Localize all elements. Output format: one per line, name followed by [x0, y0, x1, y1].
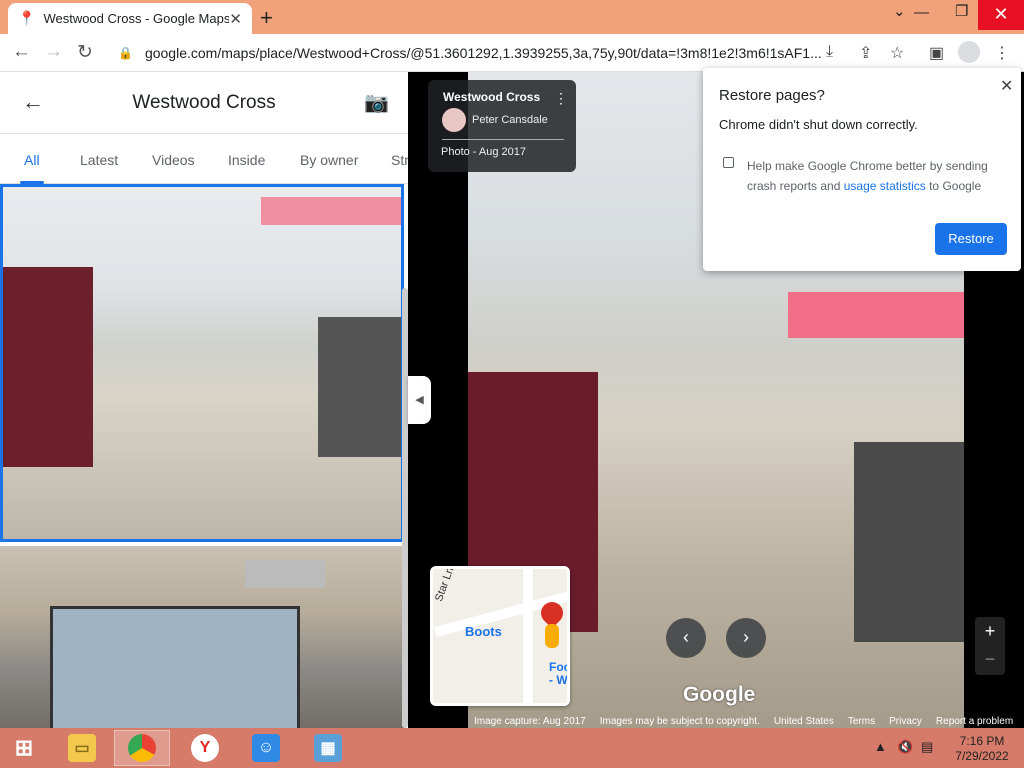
- folder-icon: ▭: [68, 734, 96, 762]
- side-panel-icon[interactable]: ▣: [929, 43, 944, 63]
- taskbar-control-panel[interactable]: ▦: [300, 730, 356, 766]
- taskbar-finder[interactable]: ☺: [238, 730, 294, 766]
- panel-header: ← Westwood Cross 📷: [0, 72, 408, 134]
- forward-button[interactable]: →: [44, 41, 63, 63]
- taskbar: ⊞ ▭ Y ☺ ▦: [0, 728, 1024, 768]
- add-photo-icon[interactable]: 📷: [364, 90, 389, 115]
- zoom-out-button[interactable]: −: [975, 646, 1005, 675]
- control-panel-icon: ▦: [314, 734, 342, 762]
- pano-counter-decoration: [854, 442, 964, 642]
- terms-link[interactable]: Terms: [848, 716, 875, 727]
- next-photo-button[interactable]: ›: [726, 618, 766, 658]
- region-link[interactable]: United States: [774, 716, 834, 727]
- usage-statistics-link[interactable]: usage statistics: [844, 179, 926, 193]
- clothing-rack-decoration: [3, 267, 93, 467]
- reload-button[interactable]: ↻: [77, 41, 93, 64]
- bookmark-star-icon[interactable]: ☆: [890, 43, 904, 63]
- taskbar-clock[interactable]: 7:16 PM 7/29/2022: [952, 734, 1012, 764]
- tab-videos[interactable]: Videos: [152, 152, 195, 168]
- finder-icon: ☺: [252, 734, 280, 762]
- share-icon[interactable]: ⇪: [859, 43, 872, 63]
- divider: [442, 139, 564, 140]
- photo-info-card: Westwood Cross ⋮ Peter Cansdale Photo - …: [428, 80, 576, 172]
- clock-date: 7/29/2022: [955, 749, 1009, 763]
- browser-tab[interactable]: 📍 Westwood Cross - Google Maps ✕: [8, 3, 252, 34]
- lock-icon: 🔒: [118, 46, 133, 60]
- chrome-icon: [128, 734, 156, 762]
- url-text: google.com/maps/place/Westwood+Cross/@51…: [144, 45, 822, 61]
- store-sign-decoration: [261, 197, 401, 225]
- pano-sign-decoration: [788, 292, 964, 338]
- copyright-text: Images may be subject to copyright.: [599, 715, 760, 727]
- dialog-message: Chrome didn't shut down correctly.: [719, 117, 918, 132]
- checkbox-label: Help make Google Chrome better by sendin…: [747, 156, 1007, 196]
- zoom-in-button[interactable]: +: [975, 617, 1005, 646]
- windows-logo-icon: ⊞: [14, 735, 34, 760]
- restore-button[interactable]: Restore: [935, 223, 1007, 255]
- tab-title: Westwood Cross - Google Maps: [43, 11, 230, 26]
- taskbar-file-explorer[interactable]: ▭: [54, 730, 110, 766]
- restore-pages-dialog: Restore pages? ✕ Chrome didn't shut down…: [703, 68, 1021, 271]
- previous-photo-button[interactable]: ‹: [666, 618, 706, 658]
- food-label: Foo - We: [549, 660, 570, 687]
- minimap[interactable]: Star Ln Boots Foo - We: [430, 566, 570, 706]
- install-icon[interactable]: ⤓: [826, 43, 833, 61]
- photo-category-tabs: All Latest Videos Inside By owner Str: [0, 134, 408, 184]
- author-name[interactable]: Peter Cansdale: [472, 114, 548, 126]
- show-hidden-icons-icon[interactable]: ▲: [874, 739, 887, 754]
- window-decoration: [50, 606, 300, 728]
- back-button[interactable]: ←: [12, 41, 31, 63]
- photo-date: Photo - Aug 2017: [441, 146, 527, 158]
- minimize-button[interactable]: —: [914, 4, 929, 21]
- more-options-icon[interactable]: ⋮: [554, 90, 568, 107]
- checkbox-tail: to Google: [925, 179, 982, 193]
- photo-thumbnail-entrance[interactable]: [0, 546, 404, 728]
- photo-thumbnail-store-interior[interactable]: [0, 184, 404, 542]
- tab-by-owner[interactable]: By owner: [300, 152, 358, 168]
- tab-latest[interactable]: Latest: [80, 152, 118, 168]
- address-bar[interactable]: 🔒 google.com/maps/place/Westwood+Cross/@…: [108, 38, 914, 68]
- restore-button[interactable]: ❐: [955, 2, 968, 20]
- map-road: [523, 569, 533, 703]
- collapse-panel-button[interactable]: ◀: [408, 376, 431, 424]
- crash-report-checkbox[interactable]: [723, 157, 734, 168]
- start-button[interactable]: ⊞: [0, 730, 48, 766]
- dialog-close-icon[interactable]: ✕: [1000, 76, 1013, 96]
- profile-avatar[interactable]: [958, 41, 980, 63]
- place-title: Westwood Cross: [132, 92, 276, 113]
- volume-muted-icon[interactable]: 🔇: [897, 739, 913, 755]
- report-problem-link[interactable]: Report a problem: [936, 716, 1013, 727]
- privacy-link[interactable]: Privacy: [889, 716, 922, 727]
- close-window-button[interactable]: ✕: [978, 0, 1024, 30]
- taskbar-chrome[interactable]: [114, 730, 170, 766]
- maps-favicon-icon: 📍: [18, 10, 36, 26]
- browser-toolbar: ← → ↻ 🔒 google.com/maps/place/Westwood+C…: [0, 34, 1024, 72]
- taskbar-yandex[interactable]: Y: [177, 730, 233, 766]
- menu-icon[interactable]: ⋮: [994, 43, 1010, 63]
- boots-label: Boots: [465, 624, 502, 639]
- counter-decoration: [318, 317, 401, 457]
- info-title: Westwood Cross: [443, 90, 541, 104]
- author-avatar[interactable]: [442, 108, 466, 132]
- new-tab-button[interactable]: +: [260, 5, 273, 31]
- tab-search-icon[interactable]: ⌄: [893, 2, 906, 20]
- photos-panel: ← Westwood Cross 📷 All Latest Videos Ins…: [0, 72, 408, 728]
- title-bar: 📍 Westwood Cross - Google Maps ✕ + ⌄ — ❐…: [0, 0, 1024, 34]
- image-capture-text: Image capture: Aug 2017: [474, 715, 586, 727]
- pegman-icon[interactable]: [545, 624, 559, 648]
- viewer-footer: Image capture: Aug 2017 Images may be su…: [460, 714, 1024, 728]
- yandex-icon: Y: [191, 734, 219, 762]
- zoom-control: + −: [975, 617, 1005, 675]
- tab-street[interactable]: Str: [391, 152, 408, 168]
- clock-time: 7:16 PM: [959, 734, 1005, 748]
- tab-close-icon[interactable]: ✕: [229, 10, 242, 28]
- google-logo: Google: [683, 683, 756, 706]
- ceiling-vent-decoration: [245, 560, 325, 588]
- tab-inside[interactable]: Inside: [228, 152, 265, 168]
- street-label: Star Ln: [433, 566, 457, 604]
- dialog-title: Restore pages?: [719, 87, 825, 104]
- tab-all[interactable]: All: [24, 152, 40, 168]
- network-icon[interactable]: ▤: [921, 739, 933, 755]
